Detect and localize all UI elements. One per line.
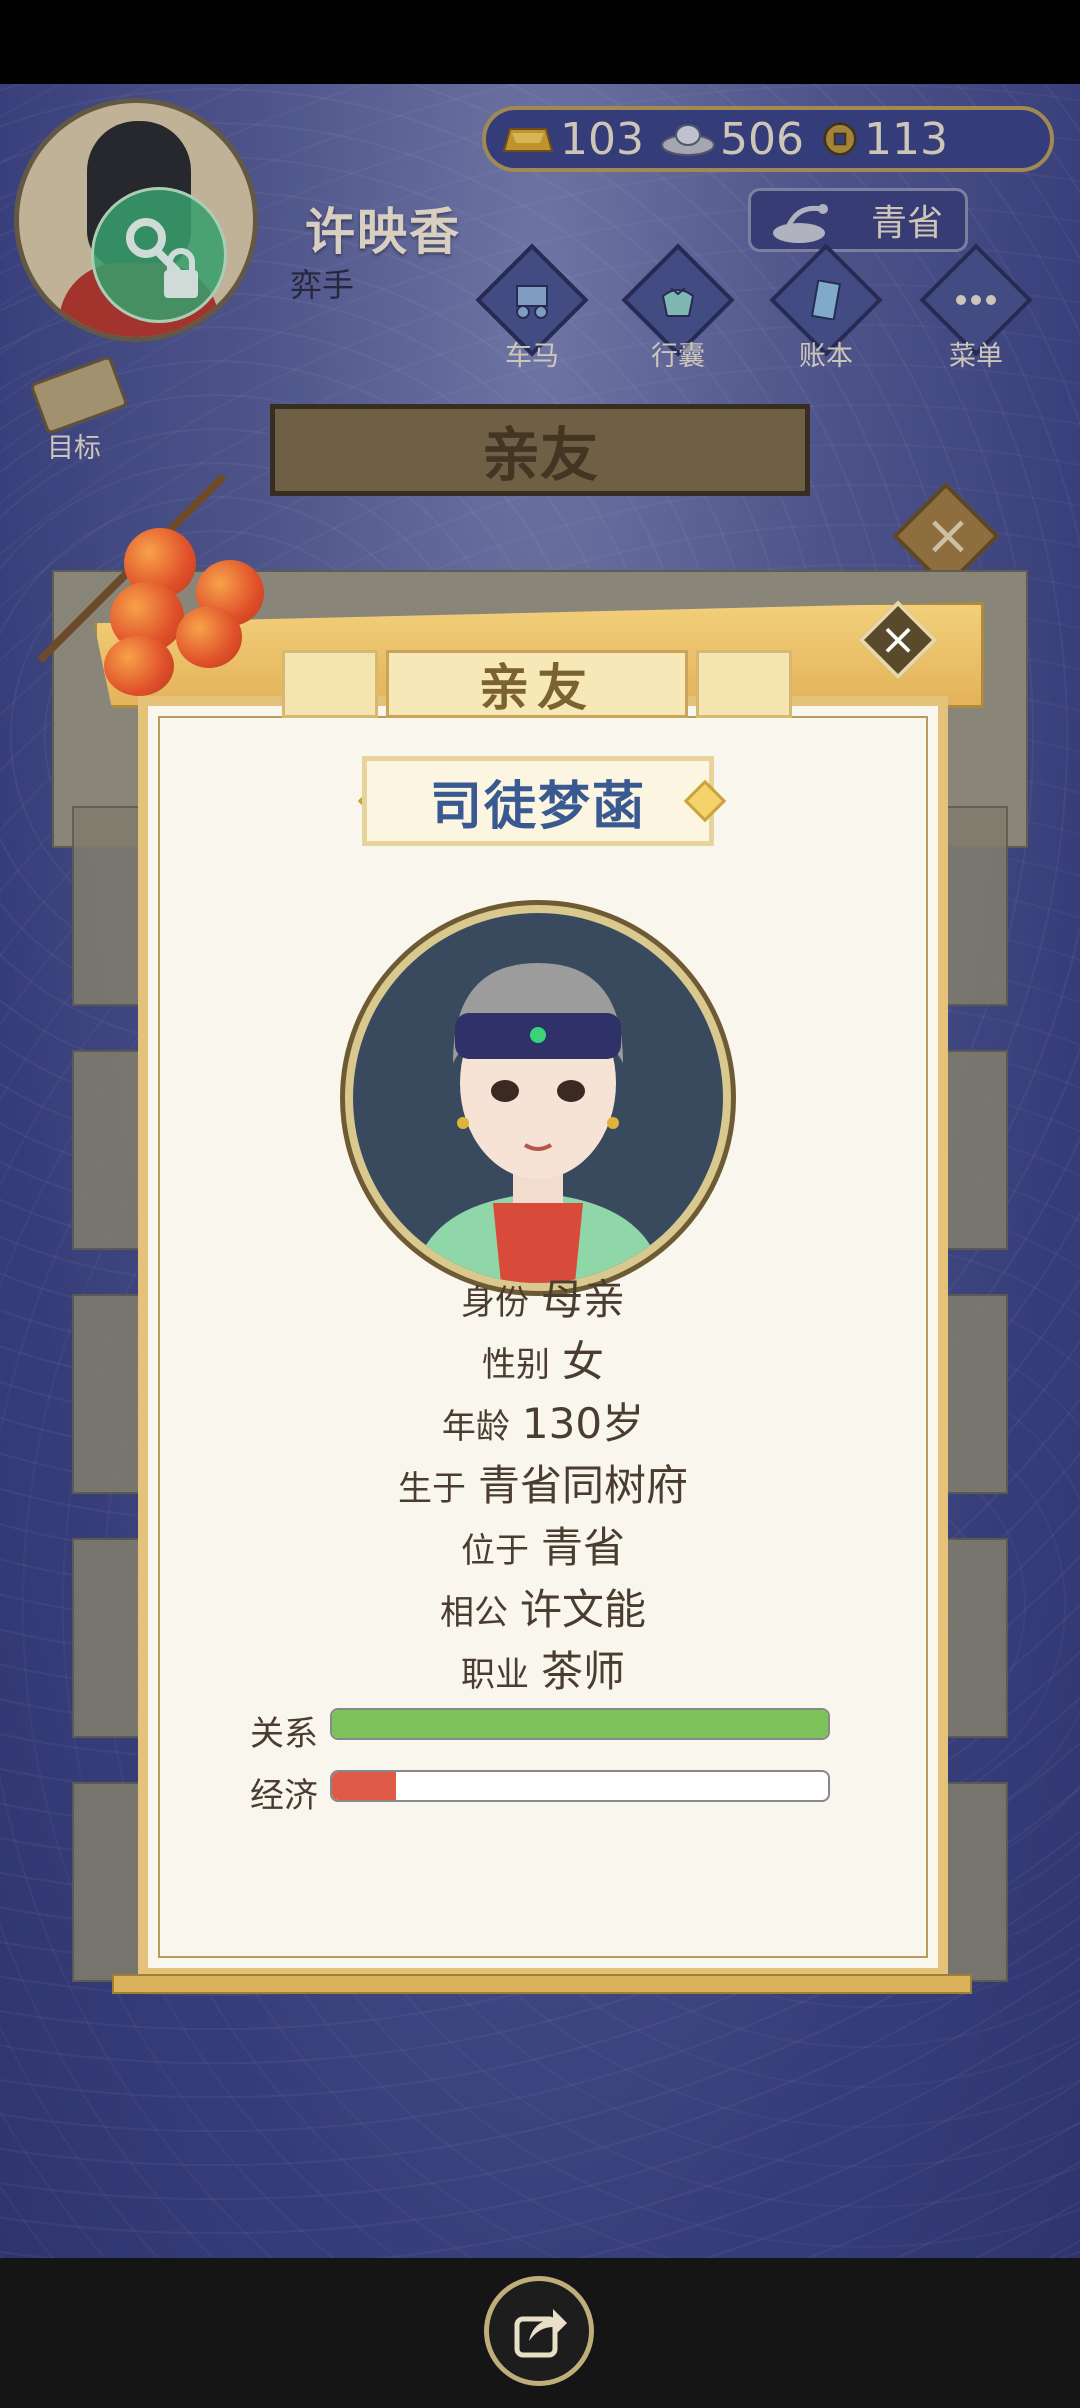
field-birthplace: 生于 青省同树府: [138, 1452, 948, 1513]
share-button[interactable]: [484, 2276, 594, 2386]
tab-side-right: [696, 650, 792, 718]
character-name: 司徒梦菡: [362, 756, 714, 846]
field-location: 位于 青省: [138, 1514, 948, 1575]
field-key: 位于: [460, 1531, 529, 1571]
hawthorn-fruit-icon: [104, 636, 174, 696]
relationship-bar: [330, 1708, 830, 1740]
economy-bar: [330, 1770, 830, 1802]
economy-label: 经济: [250, 1776, 318, 1816]
relationship-label: 关系: [250, 1714, 318, 1754]
field-key: 年龄: [441, 1407, 510, 1447]
field-identity: 身份 母亲: [138, 1266, 948, 1327]
status-bar: [0, 0, 1080, 84]
elder-woman-portrait: [413, 963, 663, 1283]
field-occupation: 职业 茶师: [138, 1638, 948, 1699]
field-value: 许文能: [519, 1585, 646, 1634]
field-value: 青省同树府: [477, 1461, 688, 1510]
game-scene: 许映香 弈手 103 506 113 青省 车马 行囊 账本 菜单 目标 亲友 …: [0, 84, 1080, 2258]
field-gender: 性别女: [138, 1328, 948, 1389]
field-value: 母亲: [540, 1275, 625, 1324]
character-portrait: [340, 900, 736, 1296]
field-key: 生于: [397, 1469, 466, 1509]
field-age: 年龄 130岁: [138, 1390, 948, 1451]
relationship-bar-fill: [332, 1710, 828, 1738]
app-root: 许映香 弈手 103 506 113 青省 车马 行囊 账本 菜单 目标 亲友 …: [0, 0, 1080, 2408]
modal-tab: 亲友: [282, 650, 792, 718]
economy-bar-fill: [332, 1772, 397, 1800]
scroll-rod: [112, 1974, 972, 1994]
field-key: 性别: [481, 1345, 550, 1385]
hawthorn-fruit-icon: [176, 606, 242, 668]
tab-side-left: [282, 650, 378, 718]
field-spouse: 相公 许文能: [138, 1576, 948, 1637]
close-icon: ×: [879, 614, 917, 665]
field-value: 茶师: [540, 1647, 625, 1696]
field-key: 相公: [439, 1593, 508, 1633]
portrait-bg: [353, 913, 723, 1283]
share-icon: [514, 2309, 567, 2358]
field-key: 身份: [460, 1283, 529, 1323]
field-value: 青省: [540, 1523, 625, 1572]
field-value: 女: [561, 1337, 604, 1386]
modal-tab-title: 亲友: [386, 650, 688, 718]
field-key: 职业: [460, 1655, 529, 1695]
field-value: 130岁: [521, 1399, 645, 1448]
